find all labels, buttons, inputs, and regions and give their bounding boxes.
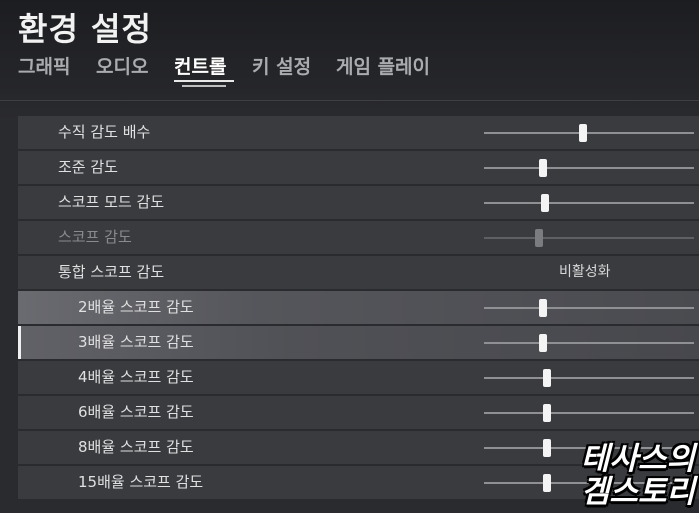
slider-track[interactable] (484, 124, 694, 142)
setting-value-text[interactable]: 비활성화 (559, 256, 611, 289)
setting-row-unified-scope-sensitivity[interactable]: 통합 스코프 감도 비활성화 (18, 256, 699, 289)
slider-track[interactable] (484, 369, 694, 387)
setting-row-scope-mode-sensitivity[interactable]: 스코프 모드 감도 (18, 186, 699, 219)
setting-label: 통합 스코프 감도 (58, 263, 165, 281)
setting-label: 6배율 스코프 감도 (78, 403, 194, 421)
setting-label: 3배율 스코프 감도 (78, 333, 194, 351)
setting-row-6x-scope[interactable]: 6배율 스코프 감도 (18, 396, 699, 429)
setting-row-2x-scope[interactable]: 2배율 스코프 감도 (18, 291, 699, 324)
setting-label: 8배율 스코프 감도 (78, 438, 194, 456)
setting-row-3x-scope[interactable]: 3배율 스코프 감도 (18, 326, 699, 359)
slider-track[interactable] (484, 159, 694, 177)
setting-label: 2배율 스코프 감도 (78, 298, 194, 316)
slider-track[interactable] (484, 334, 694, 352)
setting-label: 스코프 모드 감도 (58, 193, 165, 211)
slider-thumb[interactable] (540, 194, 549, 212)
setting-label: 조준 감도 (58, 158, 118, 176)
watermark-line: 겜스토리 (580, 474, 695, 510)
slider-track[interactable] (484, 404, 694, 422)
tab-gameplay[interactable]: 게임 플레이 (336, 52, 430, 79)
slider-track[interactable] (484, 299, 694, 317)
tab-audio[interactable]: 오디오 (96, 52, 148, 79)
watermark-logo: 테사스의 겜스토리 (545, 443, 695, 509)
slider-thumb[interactable] (578, 124, 587, 142)
selection-indicator (18, 326, 21, 359)
slider-thumb[interactable] (543, 369, 551, 387)
active-tab-underline-secondary (182, 85, 226, 87)
setting-row-vertical-multiplier[interactable]: 수직 감도 배수 (18, 116, 699, 149)
setting-label: 수직 감도 배수 (58, 123, 151, 141)
page-title: 환경 설정 (18, 10, 152, 48)
setting-label: 15배율 스코프 감도 (78, 473, 204, 491)
active-tab-underline (174, 80, 234, 82)
setting-label: 4배율 스코프 감도 (78, 368, 194, 386)
slider-thumb[interactable] (543, 404, 551, 422)
setting-label: 스코프 감도 (58, 228, 132, 246)
watermark-line: 테사스의 (580, 441, 695, 477)
slider-thumb[interactable] (538, 159, 547, 177)
slider-thumb[interactable] (538, 299, 547, 317)
tab-key-bindings[interactable]: 키 설정 (252, 52, 311, 79)
header-divider (0, 100, 699, 101)
setting-row-4x-scope[interactable]: 4배율 스코프 감도 (18, 361, 699, 394)
setting-row-scope-sensitivity: 스코프 감도 (18, 221, 699, 254)
slider-thumb[interactable] (538, 334, 547, 352)
slider-thumb (534, 229, 543, 247)
tab-controls[interactable]: 컨트롤 (174, 52, 226, 79)
slider-track[interactable] (484, 194, 694, 212)
setting-row-aim-sensitivity[interactable]: 조준 감도 (18, 151, 699, 184)
tab-graphics[interactable]: 그래픽 (18, 52, 70, 79)
slider-track (484, 229, 694, 247)
